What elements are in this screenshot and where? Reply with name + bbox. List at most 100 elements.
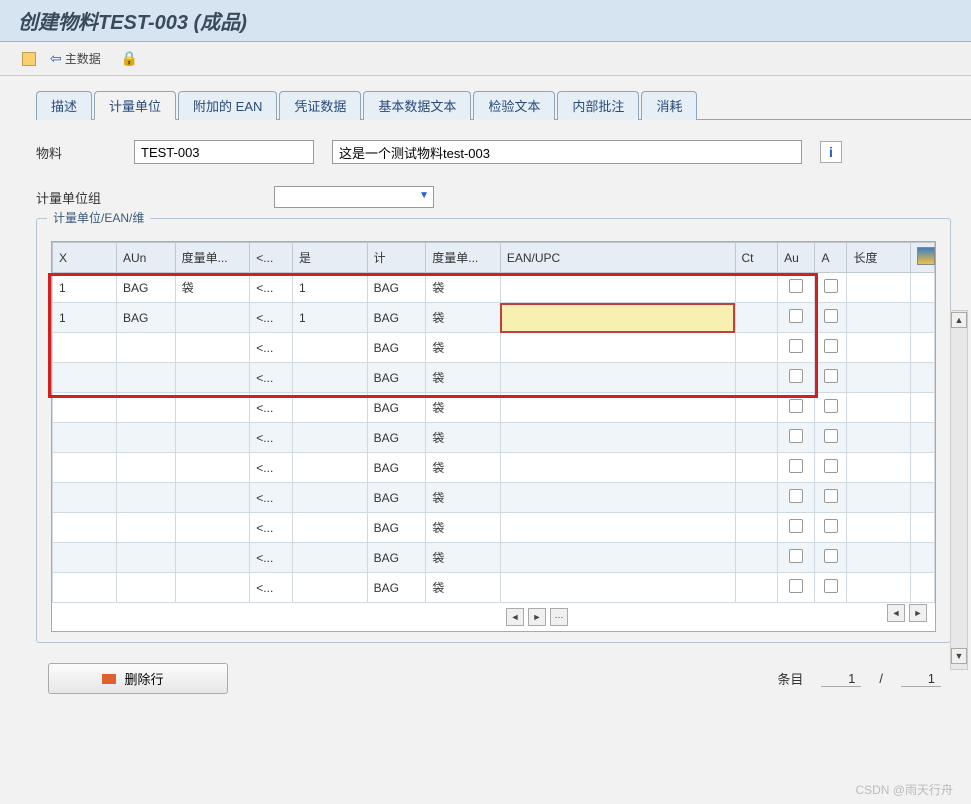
cell-measure1[interactable] [175,333,250,363]
cell-arrow[interactable]: <... [250,573,293,603]
checkbox-au[interactable] [789,459,803,473]
cell-ct[interactable] [735,513,778,543]
col-ean[interactable]: EAN/UPC [500,243,735,273]
cell-x[interactable] [53,453,117,483]
checkbox-au[interactable] [789,309,803,323]
cell-aun[interactable] [116,513,175,543]
checkbox-a[interactable] [824,489,838,503]
cell-aun[interactable] [116,363,175,393]
cell-is[interactable] [292,423,367,453]
checkbox-a[interactable] [824,429,838,443]
cell-au[interactable] [778,273,815,303]
cell-aun[interactable] [116,543,175,573]
checkbox-a[interactable] [824,459,838,473]
checkbox-a[interactable] [824,549,838,563]
cell-au[interactable] [778,363,815,393]
lock-icon[interactable]: 🔒 [121,50,138,67]
cell-aun[interactable]: BAG [116,303,175,333]
scroll-right-icon[interactable]: ► [528,608,546,626]
cell-x[interactable] [53,543,117,573]
cell-ean[interactable] [500,363,735,393]
cell-a[interactable] [815,363,847,393]
cell-measure1[interactable] [175,573,250,603]
checkbox-au[interactable] [789,399,803,413]
cell-ji[interactable]: BAG [367,423,426,453]
table-row[interactable]: <...BAG袋 [53,393,935,423]
col-x[interactable]: X [53,243,117,273]
cell-ean[interactable] [500,573,735,603]
cell-measure2[interactable]: 袋 [426,453,501,483]
cell-measure1[interactable] [175,303,250,333]
col-measure1[interactable]: 度量单... [175,243,250,273]
cell-aun[interactable]: BAG [116,273,175,303]
cell-ean[interactable] [500,513,735,543]
checkbox-a[interactable] [824,339,838,353]
cell-ean[interactable] [500,393,735,423]
checkbox-au[interactable] [789,369,803,383]
tab-uom[interactable]: 计量单位 [94,91,176,120]
mode-button[interactable] [18,50,40,68]
cell-ct[interactable] [735,363,778,393]
cell-ji[interactable]: BAG [367,273,426,303]
cell-measure1[interactable] [175,363,250,393]
cell-aun[interactable] [116,333,175,363]
table-row[interactable]: 1BAG<...1BAG袋 [53,303,935,333]
cell-au[interactable] [778,543,815,573]
delete-row-button[interactable]: 删除行 [48,663,228,694]
scroll-up-icon[interactable]: ▲ [951,312,967,328]
cell-arrow[interactable]: <... [250,333,293,363]
cell-x[interactable] [53,363,117,393]
cell-a[interactable] [815,513,847,543]
cell-ean[interactable] [500,423,735,453]
cell-x[interactable]: 1 [53,273,117,303]
col-ct[interactable]: Ct [735,243,778,273]
cell-ji[interactable]: BAG [367,483,426,513]
col-measure2[interactable]: 度量单... [426,243,501,273]
cell-a[interactable] [815,573,847,603]
cell-au[interactable] [778,453,815,483]
cell-length[interactable] [847,453,911,483]
cell-a[interactable] [815,303,847,333]
cell-ji[interactable]: BAG [367,303,426,333]
cell-a[interactable] [815,453,847,483]
cell-aun[interactable] [116,453,175,483]
cell-ji[interactable]: BAG [367,543,426,573]
cell-measure2[interactable]: 袋 [426,543,501,573]
cell-ct[interactable] [735,573,778,603]
cell-arrow[interactable]: <... [250,483,293,513]
cell-ji[interactable]: BAG [367,513,426,543]
checkbox-au[interactable] [789,549,803,563]
cell-length[interactable] [847,303,911,333]
table-row[interactable]: <...BAG袋 [53,453,935,483]
cell-ean[interactable] [500,333,735,363]
cell-au[interactable] [778,393,815,423]
cell-aun[interactable] [116,483,175,513]
cell-x[interactable] [53,513,117,543]
checkbox-a[interactable] [824,579,838,593]
cell-aun[interactable] [116,573,175,603]
cell-measure2[interactable]: 袋 [426,303,501,333]
cell-au[interactable] [778,333,815,363]
table-row[interactable]: <...BAG袋 [53,573,935,603]
cell-is[interactable] [292,333,367,363]
vertical-scrollbar[interactable]: ▲ ▼ [950,310,968,670]
cell-measure1[interactable] [175,483,250,513]
checkbox-a[interactable] [824,519,838,533]
checkbox-au[interactable] [789,489,803,503]
checkbox-au[interactable] [789,579,803,593]
column-config-icon[interactable] [917,247,935,265]
table-row[interactable]: <...BAG袋 [53,363,935,393]
cell-measure2[interactable]: 袋 [426,273,501,303]
table-row[interactable]: <...BAG袋 [53,543,935,573]
cell-ji[interactable]: BAG [367,333,426,363]
checkbox-au[interactable] [789,429,803,443]
cell-au[interactable] [778,423,815,453]
cell-au[interactable] [778,573,815,603]
tab-basic-text[interactable]: 基本数据文本 [363,91,471,120]
cell-measure2[interactable]: 袋 [426,393,501,423]
cell-arrow[interactable]: <... [250,513,293,543]
cell-ji[interactable]: BAG [367,453,426,483]
col-ji[interactable]: 计 [367,243,426,273]
cell-ct[interactable] [735,393,778,423]
tab-internal-notes[interactable]: 内部批注 [557,91,639,120]
